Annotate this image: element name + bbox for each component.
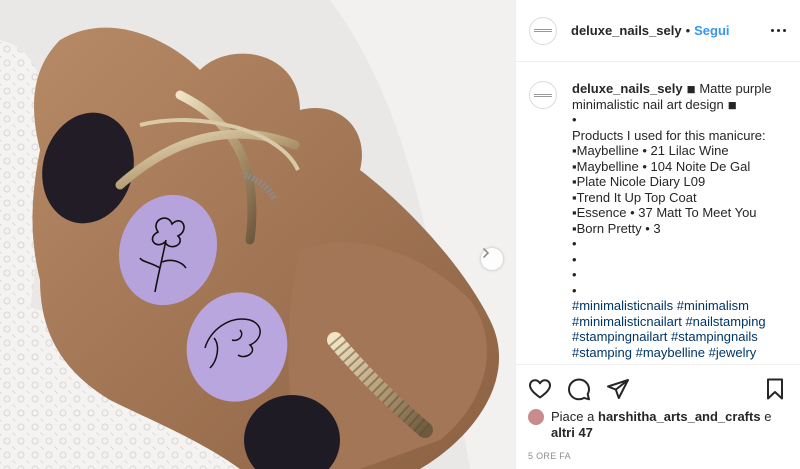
caption-line: • — [572, 112, 577, 127]
likes-text: Piace a harshitha_arts_and_crafts e altr… — [551, 409, 771, 441]
caption-line: • — [572, 236, 577, 251]
hashtag-link[interactable]: #stampingnailart — [572, 329, 667, 344]
liker-avatar[interactable] — [528, 409, 544, 425]
hashtag-link[interactable]: #nailstamping — [685, 314, 765, 329]
hashtag-link[interactable]: #minimalism — [677, 298, 749, 313]
paper-plane-icon — [607, 379, 629, 399]
header-separator: • — [685, 23, 691, 38]
nail-art-photo — [0, 0, 515, 469]
caption-line: ▪Maybelline • 104 Noite De Gal — [572, 158, 751, 174]
post-side-panel: deluxe_nails_sely • Segui deluxe_nails_s… — [515, 0, 800, 469]
hashtag-link[interactable]: #stamping — [572, 345, 632, 360]
like-button[interactable] — [528, 377, 552, 401]
post-actions: Piace a harshitha_arts_and_crafts e altr… — [516, 364, 800, 461]
action-icon-row — [528, 377, 787, 401]
hashtag-link[interactable]: #minimalisticnailart — [572, 314, 682, 329]
caption-line: ▪Essence • 37 Matt To Meet You — [572, 205, 757, 220]
hashtag-link[interactable]: #maybelline — [636, 345, 705, 360]
post-header: deluxe_nails_sely • Segui — [516, 0, 800, 62]
heart-icon — [529, 379, 551, 399]
caption-line: ▪Born Pretty • 3 — [572, 220, 661, 236]
likes-conjunction: e — [764, 409, 772, 424]
avatar-logo — [534, 29, 552, 32]
avatar[interactable] — [529, 16, 557, 45]
more-options-button[interactable] — [771, 25, 786, 36]
hashtag-line: #minimalisticnails #minimalism — [572, 298, 787, 314]
follow-button[interactable]: Segui — [694, 23, 729, 38]
comments-section: deluxe_nails_sely ◾ Matte purple minimal… — [516, 63, 800, 363]
caption-line: • — [572, 267, 577, 282]
header-username[interactable]: deluxe_nails_sely — [571, 23, 682, 38]
caption-line: • — [572, 251, 577, 267]
post-timestamp[interactable]: 5 ORE FA — [528, 451, 787, 461]
carousel-next-button[interactable] — [481, 248, 503, 270]
share-button[interactable] — [606, 377, 630, 401]
comment-icon — [568, 378, 590, 401]
hashtag-line: #stamping #maybelline #jewelry — [572, 345, 787, 361]
likes-prefix: Piace a — [551, 409, 595, 424]
bookmark-icon — [767, 378, 783, 400]
hashtag-line: #minimalisticnailart #nailstamping — [572, 314, 787, 330]
caption-username[interactable]: deluxe_nails_sely — [572, 81, 683, 96]
post-image[interactable] — [0, 0, 515, 469]
caption-avatar[interactable] — [529, 81, 557, 109]
save-button[interactable] — [763, 377, 787, 401]
post-caption: deluxe_nails_sely ◾ Matte purple minimal… — [572, 81, 787, 363]
caption-line: • — [572, 282, 577, 298]
hashtag-link[interactable]: #jewelry — [709, 345, 757, 360]
caption-line: Products I used for this manicure: — [572, 127, 766, 143]
hashtag-line: #stampingnailart #stampingnails — [572, 329, 787, 345]
caption-line: ▪Maybelline • 21 Lilac Wine — [572, 143, 729, 158]
caption-line: ▪Trend It Up Top Coat — [572, 189, 697, 205]
more-horizontal-icon — [771, 29, 774, 32]
avatar-logo — [534, 93, 552, 97]
hashtag-link[interactable]: #minimalisticnails — [572, 298, 673, 313]
hashtag-link[interactable]: #stampingnails — [671, 329, 758, 344]
comment-button[interactable] — [567, 377, 591, 401]
likes-others-link[interactable]: altri 47 — [551, 425, 593, 440]
likes-summary: Piace a harshitha_arts_and_crafts e altr… — [528, 409, 787, 441]
liker-username[interactable]: harshitha_arts_and_crafts — [598, 409, 761, 424]
caption-line: ▪Plate Nicole Diary L09 — [572, 174, 706, 189]
chevron-right-icon — [483, 248, 490, 258]
